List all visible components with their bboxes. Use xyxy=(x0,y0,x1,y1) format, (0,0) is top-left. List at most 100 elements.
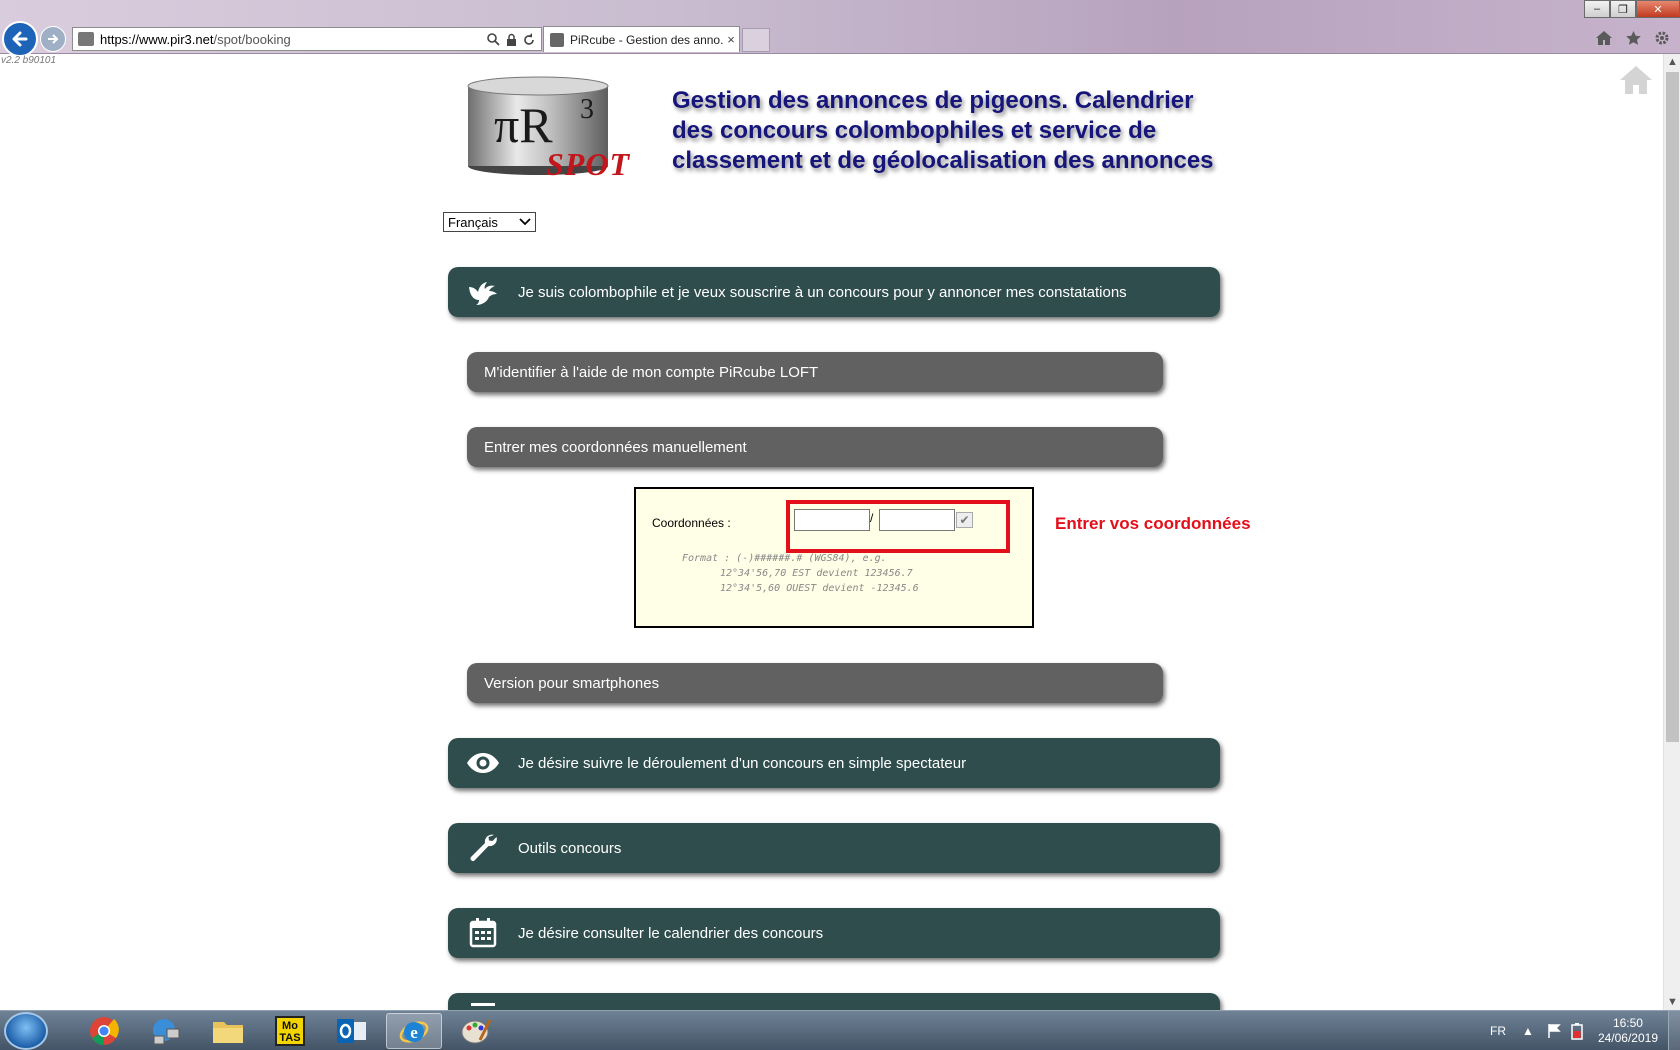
smartphone-version-label: Version pour smartphones xyxy=(484,674,660,692)
motas-icon: Mo TAS xyxy=(275,1016,305,1046)
calendar-label: Je désire consulter le calendrier des co… xyxy=(518,924,824,942)
system-tray: FR ▲ 16:50 24/06/2019 xyxy=(1490,1011,1680,1050)
forward-arrow-icon xyxy=(48,34,59,44)
chrome-taskbar-button[interactable] xyxy=(76,1013,132,1049)
browser-actions xyxy=(1595,30,1670,46)
tray-expand-icon[interactable]: ▲ xyxy=(1522,1024,1534,1038)
refresh-icon[interactable] xyxy=(523,32,535,46)
chrome-icon xyxy=(90,1017,119,1045)
chevron-down-icon xyxy=(519,218,531,226)
tab-favicon-icon xyxy=(550,32,564,47)
scroll-down-icon[interactable]: ▼ xyxy=(1664,994,1680,1010)
clock[interactable]: 16:50 24/06/2019 xyxy=(1598,1016,1658,1046)
checkmark-icon: ✔ xyxy=(959,513,970,527)
spectator-label: Je désire suivre le déroulement d'un con… xyxy=(518,754,967,772)
outlook-icon xyxy=(337,1019,366,1043)
explorer-taskbar-button[interactable] xyxy=(200,1013,256,1049)
pircube-spot-logo: πR 3 SPOT xyxy=(466,74,646,182)
home-icon[interactable] xyxy=(1618,64,1654,96)
motas-taskbar-button[interactable]: Mo TAS xyxy=(262,1013,318,1049)
manual-coords-label: Entrer mes coordonnées manuellement xyxy=(484,438,747,456)
coordinates-label: Coordonnées : xyxy=(652,516,731,530)
version-label: v2.2 b90101 xyxy=(1,55,57,66)
format-line-3: 12°34'5,60 OUEST devient -12345.6 xyxy=(720,583,919,594)
flag-icon[interactable] xyxy=(1546,1023,1562,1039)
clock-time: 16:50 xyxy=(1612,1016,1643,1030)
language-selected: Français xyxy=(448,214,498,230)
back-arrow-icon xyxy=(12,31,28,47)
format-line-2: 12°34'56,70 EST devient 123456.7 xyxy=(720,568,913,579)
manual-coords-button[interactable]: Entrer mes coordonnées manuellement xyxy=(467,427,1163,467)
coordinates-separator: / xyxy=(870,511,874,525)
coords-annotation: Entrer vos coordonnées xyxy=(1055,514,1251,533)
close-window-button[interactable]: ✕ xyxy=(1636,0,1680,18)
network-icon xyxy=(153,1019,180,1045)
new-tab-button[interactable] xyxy=(742,28,770,52)
tab-title: PiRcube - Gestion des anno... xyxy=(570,32,723,47)
windows-start-icon[interactable] xyxy=(4,1012,48,1050)
motas-line-1: Mo xyxy=(282,1020,298,1032)
logo-spot: SPOT xyxy=(546,146,630,182)
vertical-scrollbar[interactable]: ▲ ▼ xyxy=(1663,54,1680,1010)
tools-bar[interactable]: Outils concours xyxy=(448,823,1220,873)
window-controls: – ❐ ✕ xyxy=(1584,0,1680,18)
calendar-icon xyxy=(464,916,502,950)
clock-date: 24/06/2019 xyxy=(1597,1031,1658,1045)
page-title: Gestion des annonces de pigeons. Calendr… xyxy=(672,87,1214,174)
folder-icon xyxy=(213,1022,243,1043)
url-domain: https://www.pir3.net xyxy=(100,31,214,47)
show-desktop-button[interactable] xyxy=(1668,1011,1680,1050)
lock-icon[interactable] xyxy=(506,33,517,46)
logo-superscript: 3 xyxy=(580,94,594,125)
coordinates-form: Coordonnées : / ✔ Format : (-)######.# (… xyxy=(634,487,1034,628)
login-loft-label: M'identifier à l'aide de mon compte PiRc… xyxy=(484,363,819,381)
language-select[interactable]: Français xyxy=(443,212,536,232)
ie-taskbar-button[interactable]: e xyxy=(386,1013,442,1049)
forward-button[interactable] xyxy=(40,26,66,52)
minimize-button[interactable]: – xyxy=(1584,0,1610,18)
latitude-input[interactable] xyxy=(794,509,870,531)
tab-pircube[interactable]: PiRcube - Gestion des anno... × xyxy=(543,26,740,52)
svg-text:e: e xyxy=(410,1023,418,1042)
address-tools xyxy=(487,32,535,46)
tools-label: Outils concours xyxy=(518,839,622,857)
star-icon[interactable] xyxy=(1625,30,1642,46)
format-line-1: Format : (-)######.# (WGS84), e.g. xyxy=(682,553,887,564)
windows-taskbar: Mo TAS e FR ▲ 16:50 24/06/2019 xyxy=(0,1010,1680,1050)
logo-pi-r: πR xyxy=(494,97,553,153)
battery-icon[interactable] xyxy=(1570,1022,1584,1040)
ie-icon: e xyxy=(399,1021,429,1043)
language-indicator[interactable]: FR xyxy=(1490,1024,1506,1038)
longitude-input[interactable] xyxy=(879,509,955,531)
smartphone-version-button[interactable]: Version pour smartphones xyxy=(467,663,1163,703)
maximize-button[interactable]: ❐ xyxy=(1610,0,1636,18)
search-icon[interactable] xyxy=(487,32,500,46)
paint-taskbar-button[interactable] xyxy=(448,1013,504,1049)
fancier-subscribe-bar[interactable]: Je suis colombophile et je veux souscrir… xyxy=(448,267,1220,317)
fancier-subscribe-label: Je suis colombophile et je veux souscrir… xyxy=(518,283,1127,301)
browser-toolbar: https://www.pir3.net/spot/booking PiRcub… xyxy=(0,0,1680,57)
spectator-bar[interactable]: Je désire suivre le déroulement d'un con… xyxy=(448,738,1220,788)
scroll-thumb[interactable] xyxy=(1666,72,1679,742)
motas-line-2: TAS xyxy=(279,1032,301,1044)
paint-icon xyxy=(461,1019,492,1044)
site-favicon-icon xyxy=(78,32,94,46)
calendar-bar[interactable]: Je désire consulter le calendrier des co… xyxy=(448,908,1220,958)
format-help: Format : (-)######.# (WGS84), e.g. 12°34'… xyxy=(682,551,919,596)
tab-close-icon[interactable]: × xyxy=(723,32,739,47)
screen: { "browser": { "url_domain": "https://ww… xyxy=(0,0,1680,1050)
url-text[interactable]: https://www.pir3.net/spot/booking xyxy=(100,32,487,47)
eye-icon xyxy=(464,746,502,780)
scroll-up-icon[interactable]: ▲ xyxy=(1664,54,1680,70)
home-icon[interactable] xyxy=(1595,30,1613,46)
login-loft-button[interactable]: M'identifier à l'aide de mon compte PiRc… xyxy=(467,352,1163,392)
validate-coords-button[interactable]: ✔ xyxy=(956,512,973,528)
outlook-taskbar-button[interactable] xyxy=(324,1013,380,1049)
network-taskbar-button[interactable] xyxy=(138,1013,194,1049)
dove-icon xyxy=(464,275,502,309)
back-button[interactable] xyxy=(2,21,38,57)
wrench-icon xyxy=(464,831,502,865)
gear-icon[interactable] xyxy=(1654,30,1670,46)
url-path: /spot/booking xyxy=(213,31,291,47)
address-bar[interactable]: https://www.pir3.net/spot/booking xyxy=(72,27,542,51)
